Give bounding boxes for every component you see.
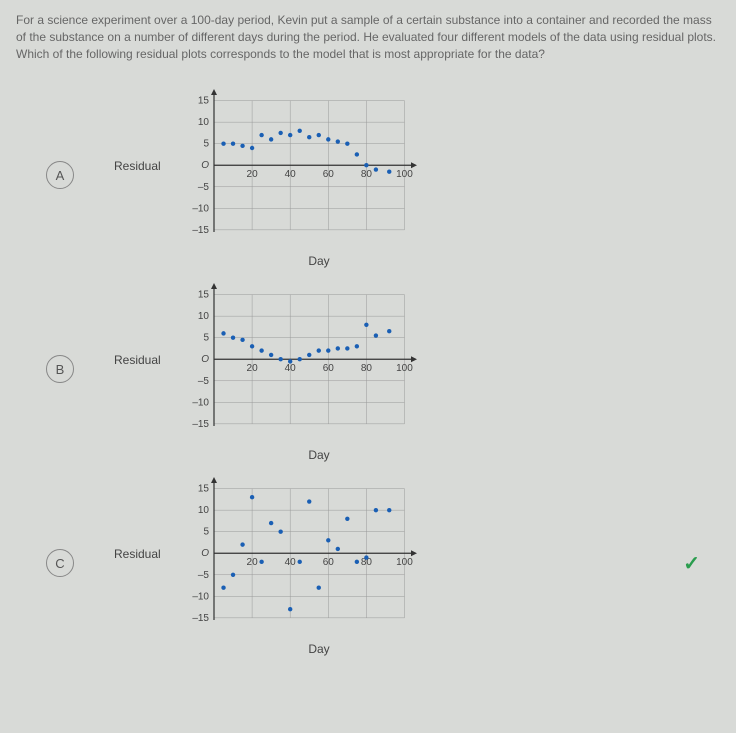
option-label-c[interactable]: C — [46, 549, 74, 577]
svg-text:–15: –15 — [192, 225, 209, 236]
svg-text:O: O — [201, 549, 209, 560]
chart-container-c: Residual15105O–5–10–1520406080100Day — [174, 470, 424, 656]
question-text: For a science experiment over a 100-day … — [16, 12, 720, 62]
chart-container-b: Residual15105O–5–10–1520406080100Day — [174, 276, 424, 462]
svg-text:–15: –15 — [192, 419, 209, 430]
svg-text:40: 40 — [285, 558, 297, 569]
option-label-b[interactable]: B — [46, 355, 74, 383]
option-label-a[interactable]: A — [46, 161, 74, 189]
svg-text:O: O — [201, 161, 209, 172]
svg-text:40: 40 — [285, 170, 297, 181]
correct-checkmark-icon: ✓ — [683, 551, 700, 576]
svg-text:10: 10 — [198, 118, 210, 129]
svg-text:15: 15 — [198, 96, 210, 107]
svg-text:80: 80 — [361, 170, 373, 181]
svg-text:60: 60 — [323, 170, 335, 181]
svg-text:10: 10 — [198, 506, 210, 517]
y-axis-label: Residual — [114, 159, 161, 173]
svg-text:–10: –10 — [192, 592, 209, 603]
chart-container-a: Residual15105O–5–10–1520406080100Day — [174, 82, 424, 268]
svg-text:–5: –5 — [198, 182, 210, 193]
residual-plot-c: 15105O–5–10–1520406080100 — [174, 470, 424, 640]
svg-text:20: 20 — [247, 364, 259, 375]
y-axis-label: Residual — [114, 353, 161, 367]
svg-text:10: 10 — [198, 312, 210, 323]
y-axis-label: Residual — [114, 547, 161, 561]
svg-text:100: 100 — [396, 170, 413, 181]
residual-plot-b: 15 10 5 O –5 –10 –15 20 40 60 80 100 — [174, 276, 424, 446]
svg-text:40: 40 — [285, 364, 297, 375]
svg-text:5: 5 — [203, 333, 209, 344]
svg-text:60: 60 — [323, 558, 335, 569]
x-axis-label: Day — [214, 448, 424, 462]
chart-row-a: A Residual 15 10 5 O –5 –10 –15 20 40 60 80 100 Day — [16, 82, 720, 268]
svg-text:5: 5 — [203, 527, 209, 538]
svg-text:–10: –10 — [192, 398, 209, 409]
svg-text:100: 100 — [396, 558, 413, 569]
chart-row-b: B Residual 15 10 5 O –5 –10 –15 20 40 60 80 100 Day — [16, 276, 720, 462]
chart-row-c: CResidual15105O–5–10–1520406080100Day✓ — [16, 470, 720, 656]
svg-text:–15: –15 — [192, 613, 209, 624]
svg-text:20: 20 — [247, 170, 259, 181]
svg-text:15: 15 — [198, 484, 210, 495]
svg-text:–5: –5 — [198, 376, 210, 387]
residual-plot-a: 15 10 5 O –5 –10 –15 20 40 60 80 100 — [174, 82, 424, 252]
svg-text:–10: –10 — [192, 204, 209, 215]
svg-text:80: 80 — [361, 364, 373, 375]
svg-text:5: 5 — [203, 139, 209, 150]
svg-text:–5: –5 — [198, 570, 210, 581]
x-axis-label: Day — [214, 642, 424, 656]
x-axis-label: Day — [214, 254, 424, 268]
svg-text:60: 60 — [323, 364, 335, 375]
svg-text:15: 15 — [198, 290, 210, 301]
svg-text:100: 100 — [396, 364, 413, 375]
svg-text:O: O — [201, 355, 209, 366]
svg-text:20: 20 — [247, 558, 259, 569]
